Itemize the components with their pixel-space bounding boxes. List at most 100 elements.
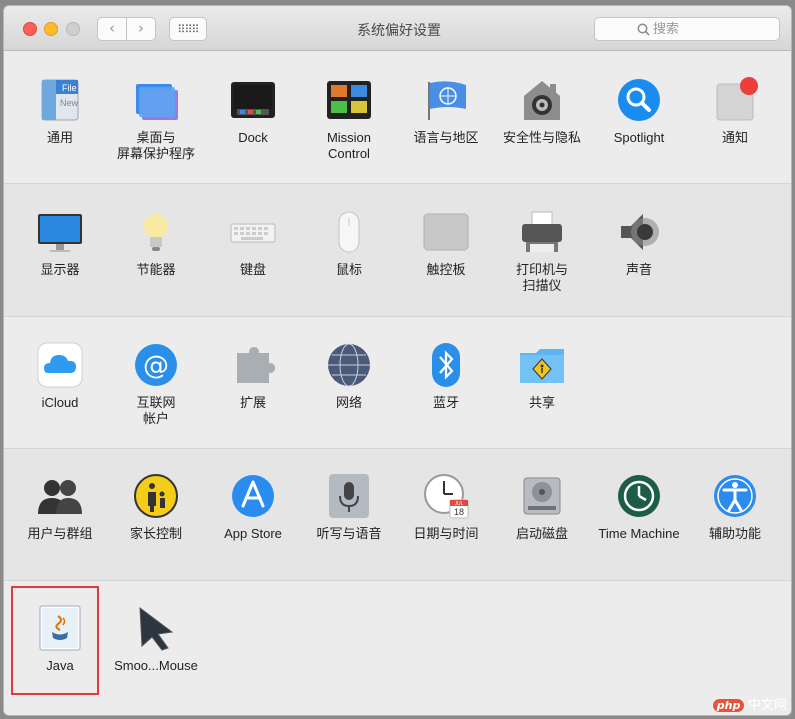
bluetooth-icon [422,341,470,389]
pane-label: Mission Control [326,130,372,161]
pane-label: 鼠标 [335,262,362,277]
pane-label: 共享 [528,395,555,410]
pane-parental-controls[interactable]: 家长控制 [108,472,204,542]
pane-desktop-screensaver[interactable]: 桌面与 屏幕保护程序 [108,76,204,162]
watermark: php 中文网 [712,694,787,713]
pane-label: 用户与群组 [27,526,93,541]
pane-network[interactable]: 网络 [301,341,397,411]
search-placeholder: 搜索 [653,21,680,36]
dock-icon [229,76,277,124]
pane-label: 桌面与 屏幕保护程序 [116,130,195,161]
date-time-icon: JUL 18 [422,472,470,520]
pane-sound[interactable]: 声音 [591,208,687,278]
keyboard-icon [229,208,277,256]
pane-label: 节能器 [136,262,176,277]
mouse-icon [325,208,373,256]
pane-label: 打印机与 扫描仪 [515,262,568,293]
pane-energy-saver[interactable]: 节能器 [108,208,204,278]
mission-control-icon [325,76,373,124]
pane-label: 辅助功能 [708,526,761,541]
search-field[interactable]: 搜索 [594,17,780,41]
pane-label: Spotlight [613,130,665,145]
desktop-screensaver-icon [132,76,180,124]
trackpad-icon [422,208,470,256]
pane-spotlight[interactable]: Spotlight [591,76,687,146]
pane-label: 通知 [721,130,748,145]
pane-icloud[interactable]: iCloud [12,341,108,411]
pane-startup-disk[interactable]: 启动磁盘 [494,472,590,542]
svg-text:File: File [62,83,77,93]
accessibility-icon [711,472,759,520]
pane-label: iCloud [41,395,79,410]
pane-bluetooth[interactable]: 蓝牙 [398,341,494,411]
pane-general[interactable]: File New 通用 [12,76,108,146]
pane-dock[interactable]: Dock [205,76,301,146]
java-highlight-box [11,586,99,695]
pane-smoothmouse[interactable]: Smoo...Mouse [108,604,204,674]
pane-security-privacy[interactable]: 安全性与隐私 [494,76,590,146]
pane-label: 显示器 [40,262,80,277]
svg-text:18: 18 [454,507,464,517]
pane-trackpad[interactable]: 触控板 [398,208,494,278]
pane-label: Smoo...Mouse [114,658,198,673]
startup-disk-icon [518,472,566,520]
pane-keyboard[interactable]: 键盘 [205,208,301,278]
pane-label: 触控板 [426,262,466,277]
security-privacy-icon [518,76,566,124]
pane-sharing[interactable]: 共享 [494,341,590,411]
pane-label: 键盘 [239,262,266,277]
back-button[interactable]: ‹ [97,17,127,41]
parental-controls-icon [132,472,180,520]
language-region-icon [422,76,470,124]
window-title: 系统偏好设置 [357,22,441,38]
pane-date-time[interactable]: JUL 18 日期与时间 [398,472,494,542]
pane-label: 安全性与隐私 [502,130,581,145]
users-groups-icon [36,472,84,520]
show-all-button[interactable]: ⠿⠿⠿ [169,17,207,41]
pane-label: 声音 [625,262,652,277]
watermark-logo: php [712,699,745,712]
close-window-button[interactable] [23,22,37,36]
svg-text:New: New [60,98,79,108]
pane-label: 家长控制 [129,526,182,541]
minimize-window-button[interactable] [44,22,58,36]
pane-mouse[interactable]: 鼠标 [301,208,397,278]
pane-label: 语言与地区 [413,130,479,145]
chevron-left-icon: ‹ [109,19,115,37]
pane-label: 日期与时间 [413,526,479,541]
svg-text:@: @ [143,351,169,381]
pane-language-region[interactable]: 语言与地区 [398,76,494,146]
pane-label: Dock [238,130,268,145]
sound-icon [615,208,663,256]
title-bar: ‹ › ⠿⠿⠿ 系统偏好设置 搜索 [4,6,791,51]
app-store-icon [229,472,277,520]
pane-internet-accounts[interactable]: @ 互联网 帐户 [108,341,204,427]
pane-extensions[interactable]: 扩展 [205,341,301,411]
grid-icon: ⠿⠿⠿ [177,23,199,36]
pane-printer-scanner[interactable]: 打印机与 扫描仪 [494,208,590,294]
pane-notifications[interactable]: 通知 [687,76,783,146]
pane-accessibility[interactable]: 辅助功能 [687,472,783,542]
smoothmouse-icon [132,604,180,652]
dictation-speech-icon [325,472,373,520]
extensions-icon [229,341,277,389]
pane-displays[interactable]: 显示器 [12,208,108,278]
general-icon: File New [36,76,84,124]
watermark-text: 中文网 [747,697,787,712]
pane-label: 蓝牙 [432,395,459,410]
pane-label: 互联网 帐户 [136,395,176,426]
pane-users-groups[interactable]: 用户与群组 [12,472,108,542]
printer-scanner-icon [518,208,566,256]
pane-time-machine[interactable]: Time Machine [591,472,687,542]
spotlight-icon [615,76,663,124]
zoom-window-button[interactable] [66,22,80,36]
pane-label: 扩展 [239,395,266,410]
displays-icon [36,208,84,256]
pane-label: 听写与语音 [316,526,382,541]
pane-mission-control[interactable]: Mission Control [301,76,397,162]
pane-app-store[interactable]: App Store [205,472,301,542]
pane-label: 通用 [46,130,73,145]
network-icon [325,341,373,389]
pane-dictation-speech[interactable]: 听写与语音 [301,472,397,542]
forward-button[interactable]: › [126,17,156,41]
